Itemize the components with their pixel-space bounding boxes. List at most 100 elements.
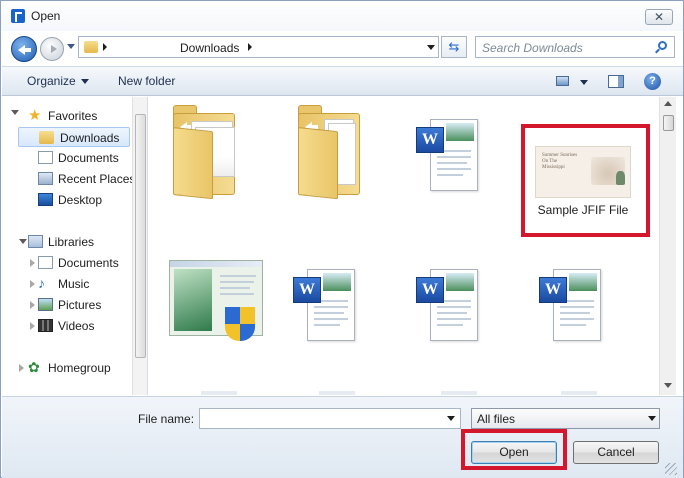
app-icon <box>11 9 25 23</box>
folder-icon <box>298 105 360 200</box>
file-name-dropdown-icon[interactable] <box>447 416 455 421</box>
documents-library-icon <box>38 256 53 269</box>
sidebar-item-label: Libraries <box>48 235 95 249</box>
sidebar-item-desktop[interactable]: Desktop <box>38 190 138 210</box>
libraries-icon <box>28 235 43 248</box>
sidebar-item-downloads[interactable]: Downloads <box>18 127 130 147</box>
file-type-select[interactable]: All files <box>471 408 660 429</box>
close-button[interactable]: ✕ <box>645 9 673 25</box>
file-name-input[interactable] <box>199 408 461 429</box>
sidebar-item-documents[interactable]: Documents <box>38 148 138 168</box>
sidebar-scrollbar[interactable] <box>132 97 147 395</box>
favorites-expander[interactable] <box>11 110 19 115</box>
new-folder-button[interactable]: New folder <box>118 74 175 88</box>
recent-pages-dropdown[interactable] <box>67 44 75 49</box>
word-document-icon: W <box>416 113 480 193</box>
file-list-scrollbar[interactable] <box>659 97 676 395</box>
thumbnail-text: Summer Sunrises On The Mississippi <box>542 153 578 170</box>
sidebar-item-label: Recent Places <box>58 172 136 186</box>
organize-label: Organize <box>27 74 76 88</box>
file-item-folder-1[interactable] <box>173 105 243 201</box>
change-view-icon[interactable] <box>556 76 569 86</box>
sidebar-item-label: Desktop <box>58 193 103 207</box>
dialog-title: Open <box>31 9 61 23</box>
refresh-button[interactable]: ⇆ <box>441 36 467 58</box>
file-label-sample-jfif: Sample JFIF File <box>537 203 629 217</box>
homegroup-expander[interactable] <box>19 364 24 372</box>
file-label-installer <box>181 347 257 363</box>
sidebar-item-label: Music <box>58 277 90 291</box>
bottom-panel: File name: All files <box>2 396 683 478</box>
sidebar-item-videos[interactable]: Videos <box>38 316 138 336</box>
open-button[interactable]: Open <box>471 441 557 464</box>
sidebar-item-label: Favorites <box>48 109 98 123</box>
file-label-word-1 <box>407 197 513 243</box>
homegroup-icon: ✿ <box>28 359 40 375</box>
expand-arrow-icon[interactable] <box>30 301 35 309</box>
chevron-right-icon[interactable] <box>103 43 107 51</box>
chevron-down-icon <box>80 79 89 85</box>
address-bar[interactable]: Downloads <box>78 36 439 58</box>
scroll-down-arrow-icon[interactable] <box>664 383 672 388</box>
preview-pane-icon[interactable] <box>608 75 624 88</box>
documents-icon <box>38 151 53 164</box>
file-label-word-4 <box>536 347 636 377</box>
sidebar-item-library-documents[interactable]: Documents <box>38 253 138 273</box>
expand-arrow-icon[interactable] <box>30 280 35 288</box>
folder-icon <box>84 41 98 53</box>
scroll-up-arrow-icon[interactable] <box>664 101 672 106</box>
cancel-button[interactable]: Cancel <box>573 441 659 464</box>
file-label-folder-2 <box>299 202 383 218</box>
search-input[interactable]: Search Downloads <box>475 36 675 58</box>
file-item-word-4[interactable]: W <box>539 263 609 345</box>
uac-shield-icon <box>225 307 255 341</box>
sidebar-item-label: Downloads <box>60 131 120 145</box>
organize-button[interactable]: Organize <box>27 74 89 88</box>
libraries-expander[interactable] <box>19 239 27 244</box>
view-options-dropdown[interactable] <box>580 80 588 85</box>
open-dialog: Open ✕ Downloads ⇆ Search Downloads Orga… <box>0 0 684 478</box>
file-item-word-1[interactable]: W <box>416 113 486 195</box>
file-item-word-2[interactable]: W <box>293 263 363 345</box>
resize-grip[interactable] <box>665 463 677 475</box>
sidebar-item-recent-places[interactable]: Recent Places <box>38 169 138 189</box>
sidebar-item-homegroup[interactable]: ✿ Homegroup <box>28 358 128 378</box>
navigation-pane: ★ Favorites Downloads Documents Recent P… <box>2 97 148 395</box>
title-bar[interactable]: Open ✕ <box>1 1 683 31</box>
word-document-icon: W <box>539 263 603 343</box>
videos-icon <box>38 319 53 332</box>
sidebar-item-label: Documents <box>58 151 119 165</box>
file-label-word-3 <box>413 347 513 363</box>
sidebar-item-label: Videos <box>58 319 95 333</box>
sidebar-item-music[interactable]: ♪ Music <box>38 274 138 294</box>
back-button[interactable] <box>11 36 37 62</box>
close-icon: ✕ <box>653 10 665 24</box>
expand-arrow-icon[interactable] <box>30 259 35 267</box>
file-item-partial <box>319 391 355 395</box>
file-item-partial <box>561 391 597 395</box>
sidebar-item-favorites[interactable]: ★ Favorites <box>28 106 128 126</box>
music-icon: ♪ <box>38 275 45 291</box>
sidebar-item-pictures[interactable]: Pictures <box>38 295 138 315</box>
sidebar-item-label: Pictures <box>58 298 102 312</box>
file-label-word-2 <box>291 347 391 363</box>
help-icon[interactable]: ? <box>644 73 661 90</box>
expand-arrow-icon[interactable] <box>30 322 35 330</box>
sidebar-item-libraries[interactable]: Libraries <box>28 232 128 252</box>
chevron-right-icon[interactable] <box>248 43 252 51</box>
file-item-folder-2[interactable] <box>298 105 368 201</box>
file-label-folder-1 <box>171 199 267 229</box>
sidebar-item-label: Documents <box>58 256 119 270</box>
file-item-word-3[interactable]: W <box>416 263 486 345</box>
file-item-partial <box>441 391 477 395</box>
recent-places-icon <box>38 172 53 185</box>
search-icon[interactable] <box>658 41 667 50</box>
address-dropdown-icon[interactable] <box>427 45 435 50</box>
pictures-icon <box>38 298 53 311</box>
search-placeholder: Search Downloads <box>482 41 583 55</box>
breadcrumb-downloads[interactable]: Downloads <box>180 41 239 55</box>
sidebar-scrollbar-thumb[interactable] <box>135 114 146 358</box>
forward-button[interactable] <box>40 37 64 61</box>
jfif-thumbnail: Summer Sunrises On The Mississippi <box>535 146 631 198</box>
file-list-scrollbar-thumb[interactable] <box>663 115 674 131</box>
